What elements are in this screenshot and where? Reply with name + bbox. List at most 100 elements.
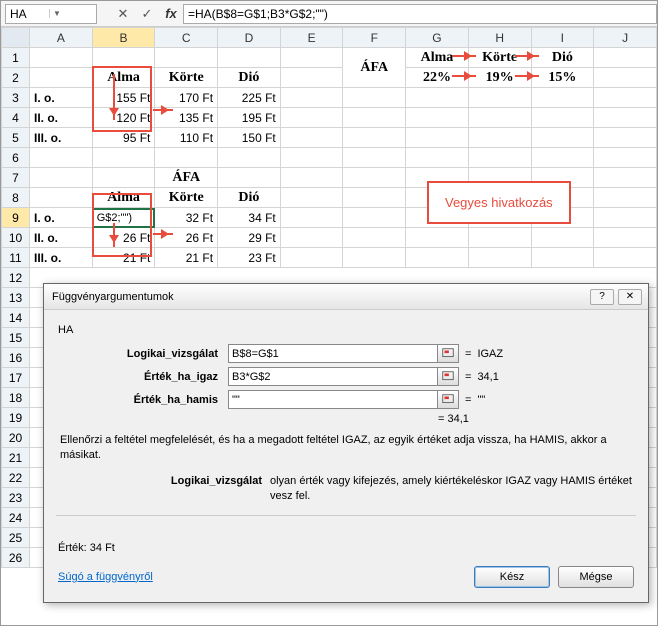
cell[interactable]	[468, 148, 531, 168]
cell[interactable]: Alma	[92, 68, 155, 88]
cell[interactable]: Alma	[92, 188, 155, 208]
row-header[interactable]: 21	[2, 448, 30, 468]
cell[interactable]	[343, 148, 406, 168]
cell[interactable]: 95 Ft	[92, 128, 155, 148]
cell[interactable]: 26 Ft	[92, 228, 155, 248]
cell[interactable]	[30, 48, 93, 68]
cell[interactable]	[218, 148, 281, 168]
cell[interactable]	[218, 48, 281, 68]
cell[interactable]	[30, 68, 93, 88]
cell[interactable]	[468, 228, 531, 248]
select-all-corner[interactable]	[2, 28, 30, 48]
cell[interactable]	[594, 228, 657, 248]
col-header[interactable]: I	[531, 28, 594, 48]
cell[interactable]	[531, 88, 594, 108]
cell[interactable]	[343, 88, 406, 108]
cell[interactable]: 195 Ft	[218, 108, 281, 128]
cancel-button[interactable]: Mégse	[558, 566, 634, 588]
cell[interactable]	[280, 108, 343, 128]
cell[interactable]	[280, 148, 343, 168]
cell[interactable]	[343, 188, 406, 208]
formula-input[interactable]	[183, 4, 657, 24]
row-header[interactable]: 3	[2, 88, 30, 108]
range-select-icon[interactable]	[437, 390, 459, 409]
row-header[interactable]: 13	[2, 288, 30, 308]
cell[interactable]: 22%	[406, 68, 469, 88]
row-header[interactable]: 24	[2, 508, 30, 528]
cell[interactable]: Körte	[155, 68, 218, 88]
cell[interactable]	[343, 128, 406, 148]
cell[interactable]	[343, 108, 406, 128]
arg-input-true[interactable]	[228, 367, 438, 386]
cell[interactable]	[280, 248, 343, 268]
cell[interactable]	[280, 188, 343, 208]
active-cell[interactable]: G$2;"")	[92, 208, 155, 228]
col-header[interactable]: D	[218, 28, 281, 48]
ok-button[interactable]: Kész	[474, 566, 550, 588]
cell[interactable]	[594, 168, 657, 188]
cell[interactable]	[280, 48, 343, 68]
row-header[interactable]: 15	[2, 328, 30, 348]
cell[interactable]: 34 Ft	[218, 208, 281, 228]
cell[interactable]: Dió	[531, 48, 594, 68]
cell[interactable]	[406, 148, 469, 168]
cancel-icon[interactable]: ✕	[111, 6, 135, 22]
cell[interactable]	[406, 88, 469, 108]
col-header[interactable]: J	[594, 28, 657, 48]
cell[interactable]: I. o.	[30, 208, 93, 228]
cell[interactable]	[468, 128, 531, 148]
cell[interactable]	[92, 168, 155, 188]
cell[interactable]: 15%	[531, 68, 594, 88]
cell[interactable]: Alma	[406, 48, 469, 68]
row-header[interactable]: 8	[2, 188, 30, 208]
cell[interactable]	[406, 128, 469, 148]
cell[interactable]	[92, 148, 155, 168]
row-header[interactable]: 11	[2, 248, 30, 268]
cell[interactable]: 29 Ft	[218, 228, 281, 248]
help-icon[interactable]: ?	[590, 289, 614, 305]
col-header[interactable]: A	[30, 28, 93, 48]
cell[interactable]	[280, 228, 343, 248]
cell[interactable]	[594, 208, 657, 228]
cell[interactable]	[406, 228, 469, 248]
cell[interactable]: 155 Ft	[92, 88, 155, 108]
cell[interactable]	[531, 228, 594, 248]
cell[interactable]: 225 Ft	[218, 88, 281, 108]
cell[interactable]: Körte	[155, 188, 218, 208]
fx-icon[interactable]: fx	[159, 6, 183, 21]
cell[interactable]	[155, 148, 218, 168]
cell[interactable]	[594, 128, 657, 148]
row-header[interactable]: 1	[2, 48, 30, 68]
cell[interactable]: Dió	[218, 68, 281, 88]
cell[interactable]: ÁFA	[155, 168, 218, 188]
cell[interactable]	[594, 248, 657, 268]
cell[interactable]	[468, 108, 531, 128]
cell[interactable]: ÁFA	[343, 48, 406, 88]
row-header[interactable]: 17	[2, 368, 30, 388]
cell[interactable]: Dió	[218, 188, 281, 208]
cell[interactable]	[531, 248, 594, 268]
cell[interactable]	[594, 148, 657, 168]
cell[interactable]: 19%	[468, 68, 531, 88]
row-header[interactable]: 6	[2, 148, 30, 168]
cell[interactable]: I. o.	[30, 88, 93, 108]
cell[interactable]: II. o.	[30, 228, 93, 248]
cell[interactable]	[406, 248, 469, 268]
row-header[interactable]: 4	[2, 108, 30, 128]
row-header[interactable]: 10	[2, 228, 30, 248]
cell[interactable]	[468, 88, 531, 108]
cell[interactable]	[280, 208, 343, 228]
cell[interactable]	[594, 68, 657, 88]
cell[interactable]	[531, 108, 594, 128]
col-header[interactable]: F	[343, 28, 406, 48]
row-header[interactable]: 25	[2, 528, 30, 548]
cell[interactable]	[280, 128, 343, 148]
dialog-titlebar[interactable]: Függvényargumentumok ? ✕	[44, 284, 648, 310]
cell[interactable]	[531, 128, 594, 148]
cell[interactable]	[343, 228, 406, 248]
cell[interactable]	[30, 188, 93, 208]
confirm-icon[interactable]: ✓	[135, 6, 159, 22]
cell[interactable]: III. o.	[30, 128, 93, 148]
row-header[interactable]: 22	[2, 468, 30, 488]
row-header[interactable]: 2	[2, 68, 30, 88]
